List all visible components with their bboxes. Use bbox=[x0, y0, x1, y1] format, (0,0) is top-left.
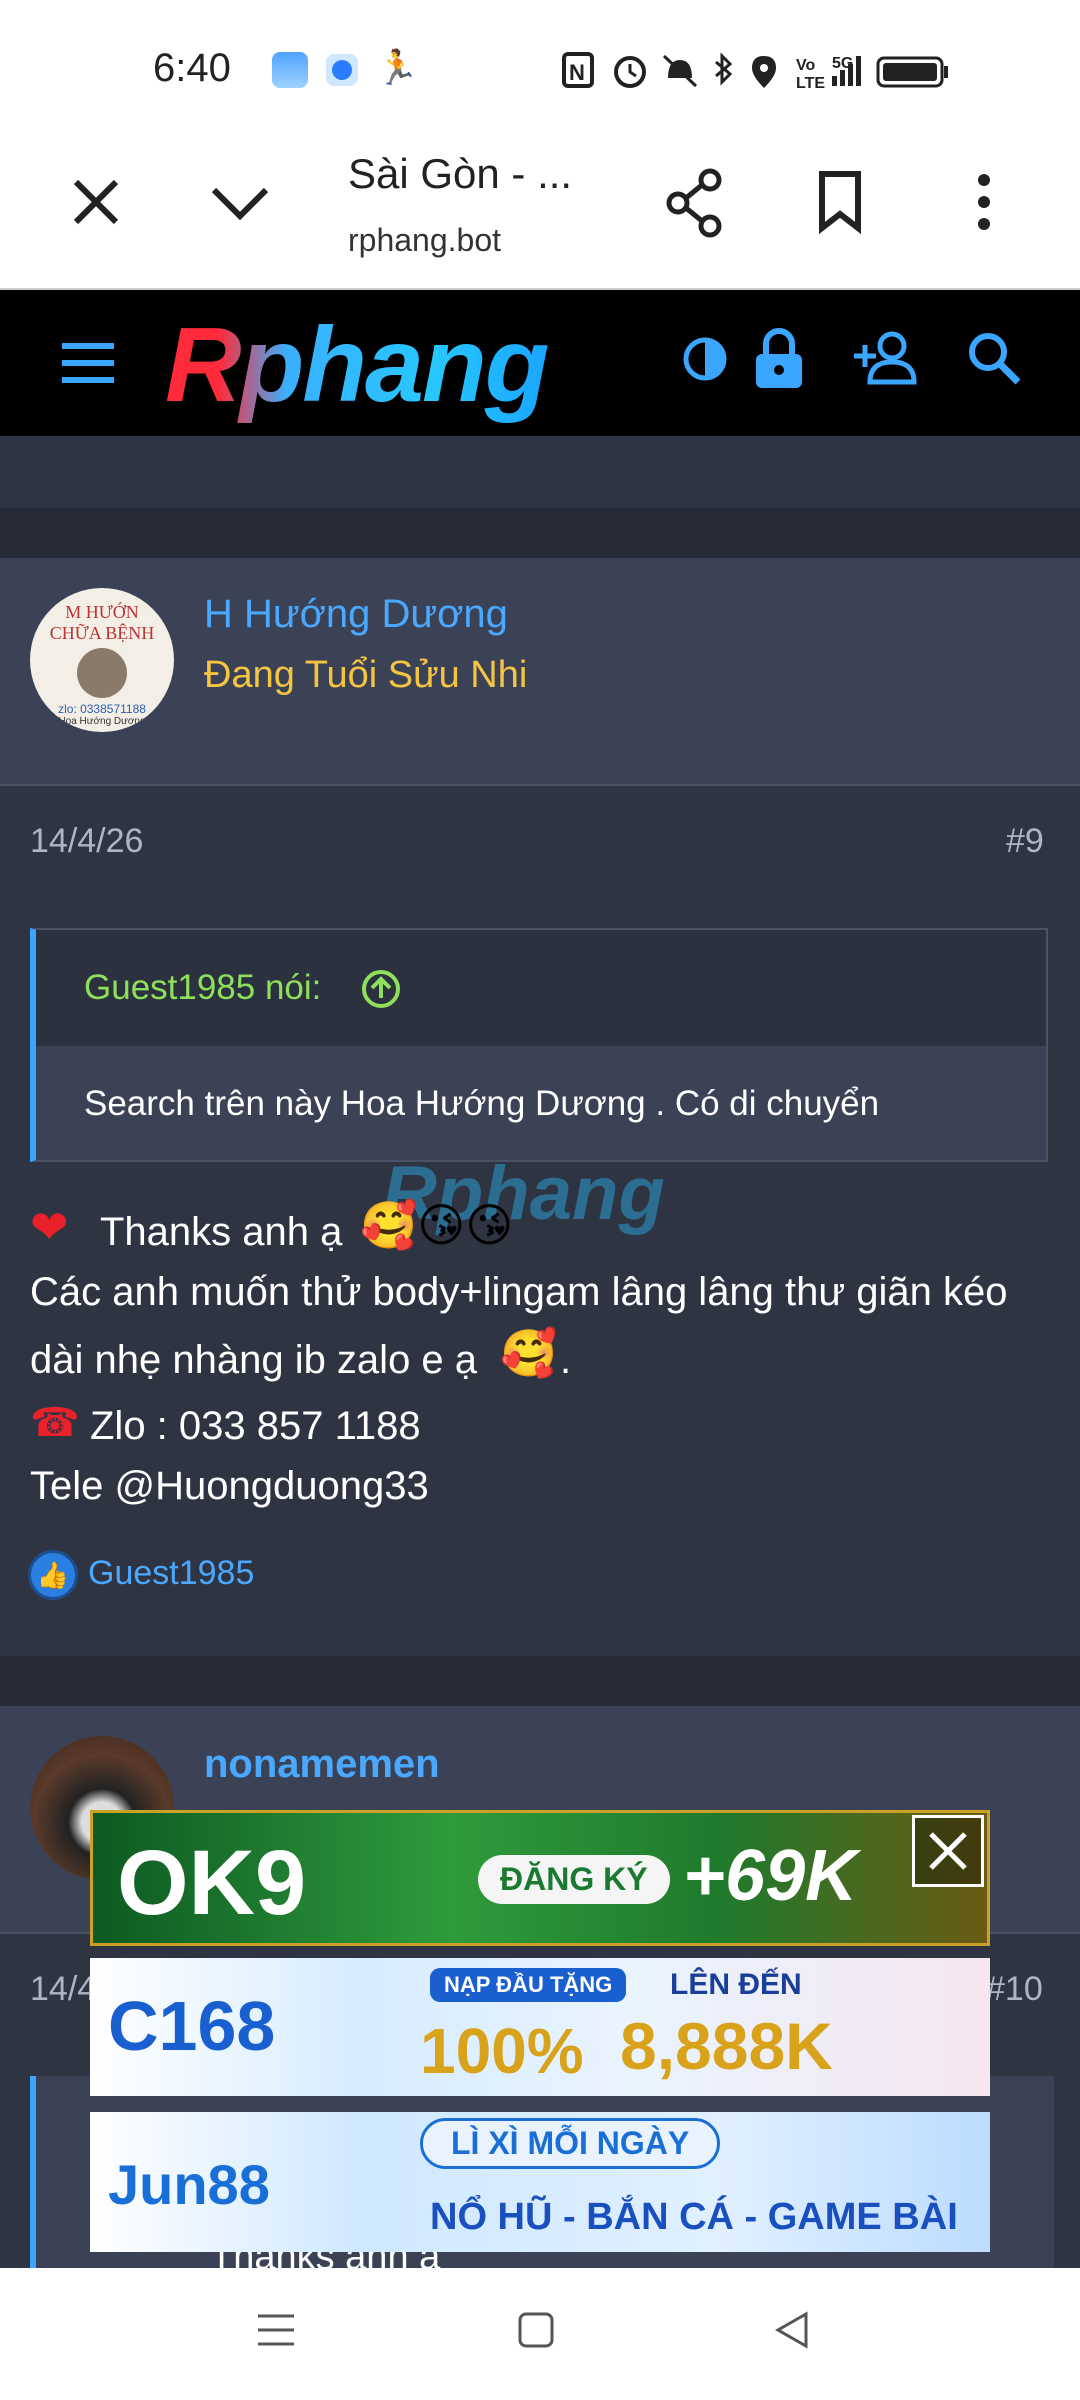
post-text-line: Các anh muốn thử body+lingam lâng lâng t… bbox=[30, 1270, 1008, 1314]
avatar-text: CHỮA BỆNH bbox=[49, 623, 155, 643]
ad-banner-jun88[interactable]: Jun88 LÌ XÌ MỖI NGÀY NỔ HŨ - BẮN CÁ - GA… bbox=[90, 2112, 990, 2252]
arrow-up-circle-icon[interactable] bbox=[360, 968, 402, 1010]
post-number[interactable]: #10 bbox=[986, 1970, 1043, 2009]
ad-line: NỔ HŨ - BẮN CÁ - GAME BÀI bbox=[430, 2196, 958, 2238]
tab-url[interactable]: rphang.bot bbox=[348, 222, 501, 259]
fitness-icon: 🏃 bbox=[376, 49, 419, 87]
chevron-down-icon[interactable] bbox=[208, 180, 272, 224]
site-logo[interactable]: Rphang bbox=[165, 305, 549, 426]
post-text-line: Tele @Huongduong33 bbox=[30, 1464, 429, 1508]
home-icon[interactable] bbox=[516, 2310, 556, 2350]
reaction-user[interactable]: Guest1985 bbox=[88, 1554, 254, 1593]
status-clock: 6:40 bbox=[153, 46, 231, 90]
search-icon[interactable] bbox=[966, 330, 1022, 386]
post-date[interactable]: 14/4 bbox=[30, 1970, 96, 2009]
weather-app-icon bbox=[272, 52, 308, 88]
ad-tag: LÊN ĐẾN bbox=[670, 1968, 802, 2001]
post-text-line: dài nhẹ nhàng ib zalo e ạ bbox=[30, 1338, 478, 1382]
user-title: Đang Tuổi Sửu Nhi bbox=[204, 654, 528, 696]
ad-bonus: +69K bbox=[683, 1836, 858, 1916]
ad-banner-ok9[interactable]: OK9 ĐĂNG KÝ +69K bbox=[90, 1810, 990, 1946]
post-author[interactable]: nonamemen bbox=[204, 1742, 440, 1787]
svg-text:N: N bbox=[569, 60, 585, 85]
theme-toggle-icon[interactable] bbox=[682, 336, 728, 382]
post-text-line: Zlo : 033 857 1188 bbox=[90, 1404, 421, 1448]
post-text-line: . bbox=[560, 1338, 572, 1382]
smiling-hearts-icon: 🥰😘😘 bbox=[360, 1199, 514, 1251]
bluetooth-icon bbox=[715, 52, 733, 86]
more-options-icon[interactable] bbox=[970, 170, 998, 234]
post-date[interactable]: 14/4/26 bbox=[30, 822, 143, 861]
ad-brand: Jun88 bbox=[108, 2153, 270, 2216]
post-separator bbox=[0, 508, 1080, 558]
ad-tag: NẠP ĐẦU TẶNG bbox=[430, 1968, 627, 2002]
avatar[interactable]: M HƯỚN CHỮA BỆNH zlo: 0338571188 Hoa Hướ… bbox=[30, 588, 174, 732]
tab-title: Sài Gòn - ... bbox=[348, 150, 573, 197]
status-icons: N Vo LTE 5G bbox=[562, 52, 948, 92]
ad-brand: OK9 bbox=[117, 1832, 307, 1934]
quote-author[interactable]: Guest1985 nói: bbox=[84, 968, 321, 1008]
telephone-icon: ☎ bbox=[30, 1401, 80, 1445]
quote-text: Search trên này Hoa Hướng Dương . Có di … bbox=[84, 1084, 880, 1123]
smiling-hearts-icon: 🥰 bbox=[500, 1327, 558, 1379]
volte-icon: Vo bbox=[796, 57, 815, 74]
lock-icon[interactable] bbox=[752, 326, 806, 390]
app-notification-icon bbox=[326, 54, 358, 86]
ad-tag: LÌ XÌ MỖI NGÀY bbox=[420, 2118, 721, 2169]
post-separator bbox=[0, 1656, 1080, 1706]
share-icon[interactable] bbox=[664, 168, 728, 238]
close-icon bbox=[929, 1832, 967, 1870]
ad-brand: C168 bbox=[108, 1987, 276, 2065]
ad-banner-c168[interactable]: C168 NẠP ĐẦU TẶNG LÊN ĐẾN 100% 8,888K bbox=[90, 1958, 990, 2096]
menu-icon[interactable] bbox=[60, 340, 116, 386]
recent-apps-icon[interactable] bbox=[256, 2310, 296, 2350]
ad-cta: ĐĂNG KÝ bbox=[478, 1855, 670, 1904]
ad-amount: 8,888K bbox=[620, 2009, 833, 2083]
post-author[interactable]: H Hướng Dương bbox=[204, 592, 508, 637]
like-icon[interactable]: 👍 bbox=[28, 1550, 78, 1600]
post-number[interactable]: #9 bbox=[1006, 822, 1044, 861]
heart-icon: ❤ bbox=[30, 1201, 69, 1253]
register-user-icon[interactable] bbox=[852, 330, 924, 386]
ad-close-button[interactable] bbox=[912, 1815, 984, 1887]
back-icon[interactable] bbox=[772, 2310, 812, 2350]
previous-post-tail bbox=[0, 436, 1080, 508]
close-icon[interactable] bbox=[68, 174, 124, 230]
svg-text:LTE: LTE bbox=[796, 75, 825, 92]
post-text-line: Thanks anh ạ bbox=[100, 1210, 343, 1254]
ad-percent: 100% bbox=[420, 2015, 584, 2087]
bookmark-icon[interactable] bbox=[816, 170, 864, 234]
